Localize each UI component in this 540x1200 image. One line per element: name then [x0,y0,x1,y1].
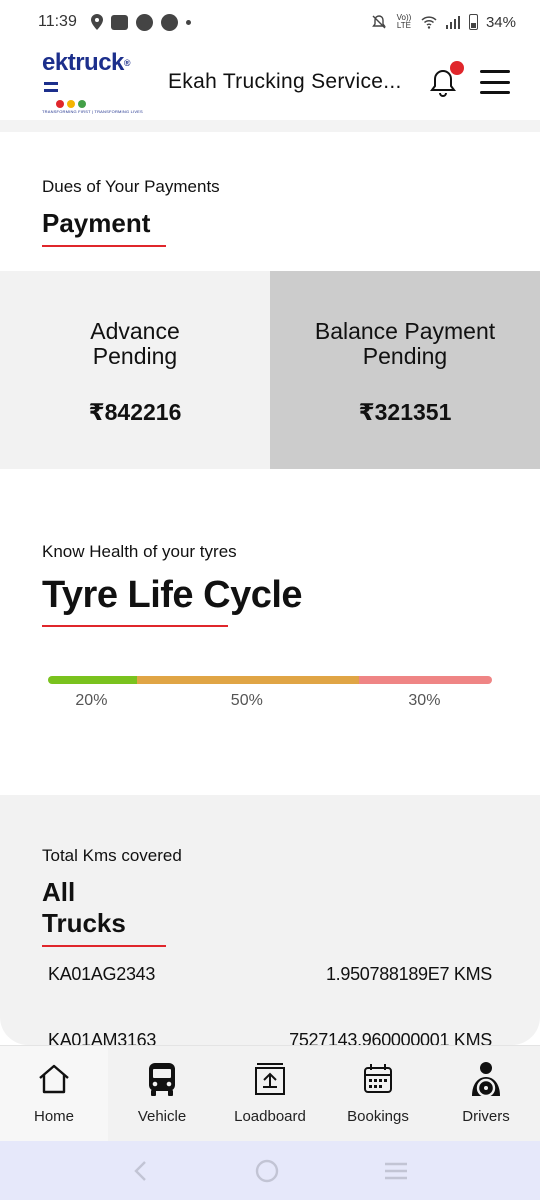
tyre-subtitle: Know Health of your tyres [42,542,237,561]
app-notification-icon-2 [160,13,178,31]
wifi-icon [421,16,437,29]
payment-subtitle: Dues of Your Payments [42,177,220,196]
balance-pending-amount: ₹321351 [358,399,452,425]
nav-loadboard-label: Loadboard [234,1108,306,1125]
advance-pending-amount: ₹842216 [88,399,182,425]
truck-row[interactable]: KA01AG2343 1.950788189E7 KMS [48,964,492,985]
battery-icon [468,14,478,30]
nav-home-label: Home [33,1108,74,1125]
payment-title: Payment [42,208,166,247]
driver-icon [472,1062,500,1098]
notification-icons [90,13,191,31]
balance-pending-label: Balance Payment Pending [314,318,496,369]
bus-icon [149,1063,175,1096]
location-pin-icon [90,14,103,30]
status-time: 11:39 [38,13,77,30]
advance-pending-label: Advance Pending [90,318,180,369]
tyre-segment-label: 30% [408,692,441,709]
logo-trademark: ® [123,57,131,68]
recents-icon[interactable] [383,1160,409,1182]
logo-tagline: TRANSFORMING FIRST | TRANSFORMING LIVES [42,108,143,114]
logo-text: ektruck [42,48,124,76]
tyre-segment-0 [48,676,137,684]
tyre-title: Tyre Life Cycle [42,574,303,616]
company-name: Ekah Trucking Service... [168,70,402,93]
truck-row[interactable]: KA01AM3163 7527143.960000001 KMS [48,1030,492,1045]
nav-vehicle[interactable]: Vehicle [108,1046,216,1142]
upload-icon [255,1063,285,1095]
nav-bookings[interactable]: Bookings [324,1046,432,1142]
tyre-life-progress-bar [48,676,492,684]
more-notifications-icon [185,19,191,25]
trucks-title: All Trucks [42,877,166,947]
mute-icon [372,15,386,29]
calendar-icon [364,1064,392,1093]
volte-indicator: Vo)) LTE [396,13,412,30]
advance-pending-card[interactable]: Advance Pending ₹842216 [0,271,270,469]
truck-id: KA01AM3163 [48,1030,157,1045]
bottom-navigation: Home Vehicle Loadboard Bookings Drivers [0,1045,540,1142]
home-circle-icon[interactable] [254,1158,280,1184]
app-header: ektruck® TRANSFORMING FIRST | TRANSFORMI… [0,44,540,120]
nav-vehicle-label: Vehicle [137,1108,187,1125]
logo-speed-lines [44,82,58,93]
battery-level: 34% [485,13,516,31]
truck-kms: 1.950788189E7 KMS [325,964,492,984]
tyre-title-underline [42,625,228,627]
nav-bookings-label: Bookings [347,1108,409,1125]
nav-drivers[interactable]: Drivers [432,1046,540,1142]
tyre-segment-2 [358,676,492,684]
logo-traffic-dots [42,99,146,108]
mail-icon [110,14,128,30]
nav-drivers-label: Drivers [462,1108,510,1125]
status-bar: 11:39 Vo)) LTE 34% [0,0,540,44]
truck-kms: 7527143.960000001 KMS [289,1030,492,1045]
hamburger-menu-icon[interactable] [480,70,510,94]
tyre-segment-label: 20% [75,692,108,709]
truck-row-clip: KA01AM3163 7527143.960000001 KMS [0,1030,540,1045]
tyre-segment-label: 50% [230,692,263,709]
balance-pending-card[interactable]: Balance Payment Pending ₹321351 [270,271,540,469]
nav-loadboard[interactable]: Loadboard [216,1046,324,1142]
truck-id: KA01AG2343 [48,964,156,984]
trucks-subtitle: Total Kms covered [42,846,182,865]
app-notification-icon [135,13,153,31]
ektruck-logo[interactable]: ektruck® TRANSFORMING FIRST | TRANSFORMI… [42,48,146,114]
header-divider [0,120,540,132]
signal-icon [445,16,460,29]
back-icon[interactable] [131,1159,151,1183]
nav-home[interactable]: Home [0,1046,108,1142]
system-navigation-bar [0,1141,540,1200]
home-icon [39,1064,69,1094]
notifications-button[interactable] [428,61,464,97]
tyre-segment-1 [136,676,359,684]
notification-badge [450,61,464,75]
